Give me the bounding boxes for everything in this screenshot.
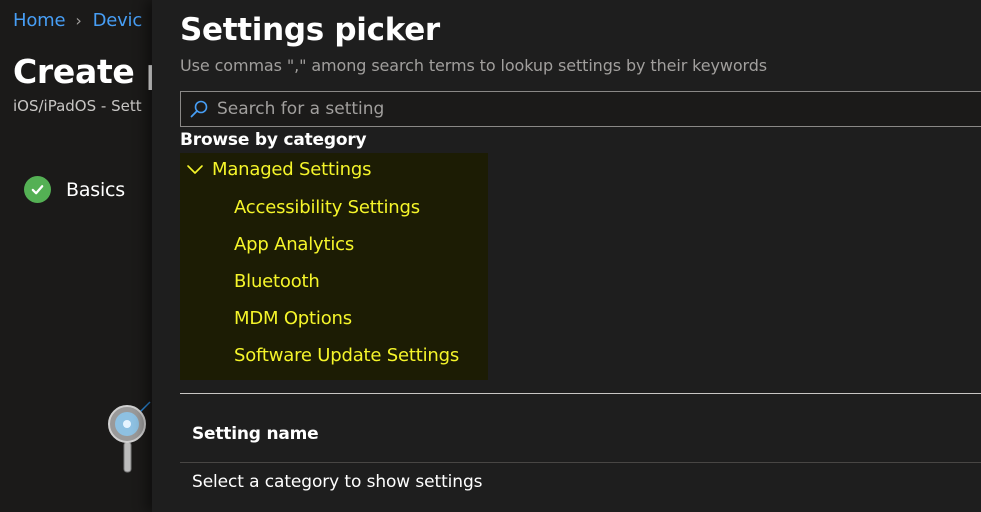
background-blade: Home › Devic Create p iOS/iPadOS - Sett … <box>0 0 160 512</box>
tree-item-mdm-options[interactable]: MDM Options <box>234 308 352 329</box>
tree-item-bluetooth[interactable]: Bluetooth <box>234 271 320 292</box>
search-box[interactable] <box>180 91 981 127</box>
breadcrumb: Home › Devic <box>13 10 142 31</box>
chevron-right-icon: › <box>75 11 82 30</box>
column-header-setting-name[interactable]: Setting name <box>192 424 319 444</box>
magnifier-illustration-icon <box>108 401 151 473</box>
empty-state-message: Select a category to show settings <box>192 472 483 492</box>
wizard-step-label: Basics <box>66 178 126 201</box>
tree-item-managed-settings[interactable]: Managed Settings <box>186 159 371 180</box>
panel-title: Settings picker <box>180 12 440 48</box>
section-divider <box>180 393 981 394</box>
search-icon <box>190 100 208 118</box>
wizard-step-basics[interactable]: Basics <box>24 176 125 203</box>
panel-description: Use commas "," among search terms to loo… <box>180 56 768 75</box>
tree-item-software-update-settings[interactable]: Software Update Settings <box>234 345 459 366</box>
breadcrumb-devices-link[interactable]: Devic <box>93 10 143 31</box>
page-subtitle: iOS/iPadOS - Sett <box>13 97 142 115</box>
header-divider <box>180 462 981 463</box>
page-title: Create p <box>13 52 160 91</box>
tree-item-accessibility-settings[interactable]: Accessibility Settings <box>234 197 420 218</box>
browse-by-category-label: Browse by category <box>180 130 367 150</box>
breadcrumb-home-link[interactable]: Home <box>13 10 66 31</box>
tree-root-label: Managed Settings <box>212 159 372 180</box>
checkmark-icon <box>24 176 51 203</box>
search-input[interactable] <box>217 92 981 126</box>
tree-item-app-analytics[interactable]: App Analytics <box>234 234 354 255</box>
chevron-down-icon <box>187 164 203 174</box>
settings-picker-panel: Settings picker Use commas "," among sea… <box>152 0 981 512</box>
category-tree: Managed Settings Accessibility Settings … <box>180 153 488 380</box>
